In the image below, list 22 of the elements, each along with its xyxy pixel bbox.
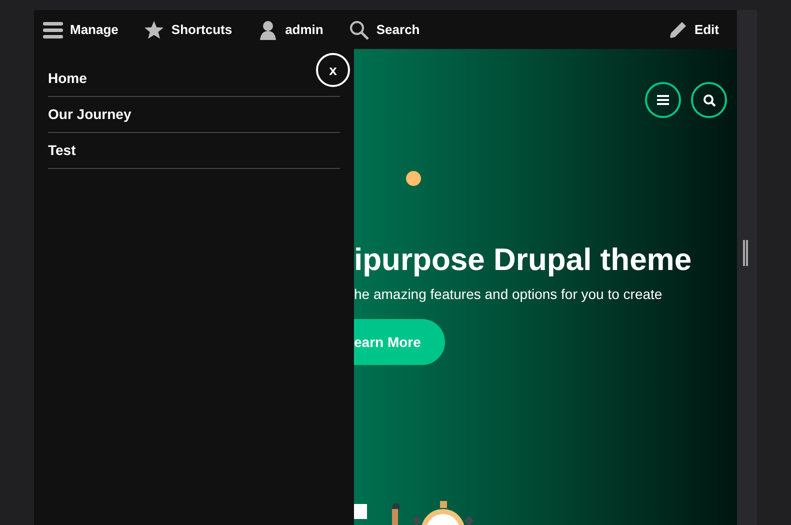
toolbar-link[interactable]: Shortcuts <box>144 20 232 40</box>
hero-title: ipurpose Drupal theme <box>354 242 692 278</box>
menu-item[interactable]: Our Journey <box>48 106 132 123</box>
resize-handle[interactable] <box>742 240 748 266</box>
toolbar-link[interactable]: Manage <box>43 20 118 40</box>
menu-item[interactable]: Test <box>48 142 76 159</box>
star-icon <box>144 20 164 40</box>
toolbar-link[interactable]: Search <box>349 20 420 40</box>
menu-item[interactable]: Home <box>48 70 87 87</box>
search-button[interactable] <box>691 82 727 118</box>
edit-link[interactable]: Edit <box>669 20 719 38</box>
menu-icon <box>657 95 669 105</box>
decor-dot <box>406 171 421 186</box>
search-icon <box>702 94 716 106</box>
toolbar-link[interactable]: admin <box>258 20 324 40</box>
search-icon <box>349 20 370 40</box>
menu-icon <box>43 20 63 40</box>
menu-button[interactable] <box>645 82 681 118</box>
close-button[interactable]: x <box>316 53 350 87</box>
pencil-icon <box>669 20 688 38</box>
hero-subtitle: he amazing features and options for you to create <box>354 286 662 302</box>
user-icon <box>258 20 278 40</box>
